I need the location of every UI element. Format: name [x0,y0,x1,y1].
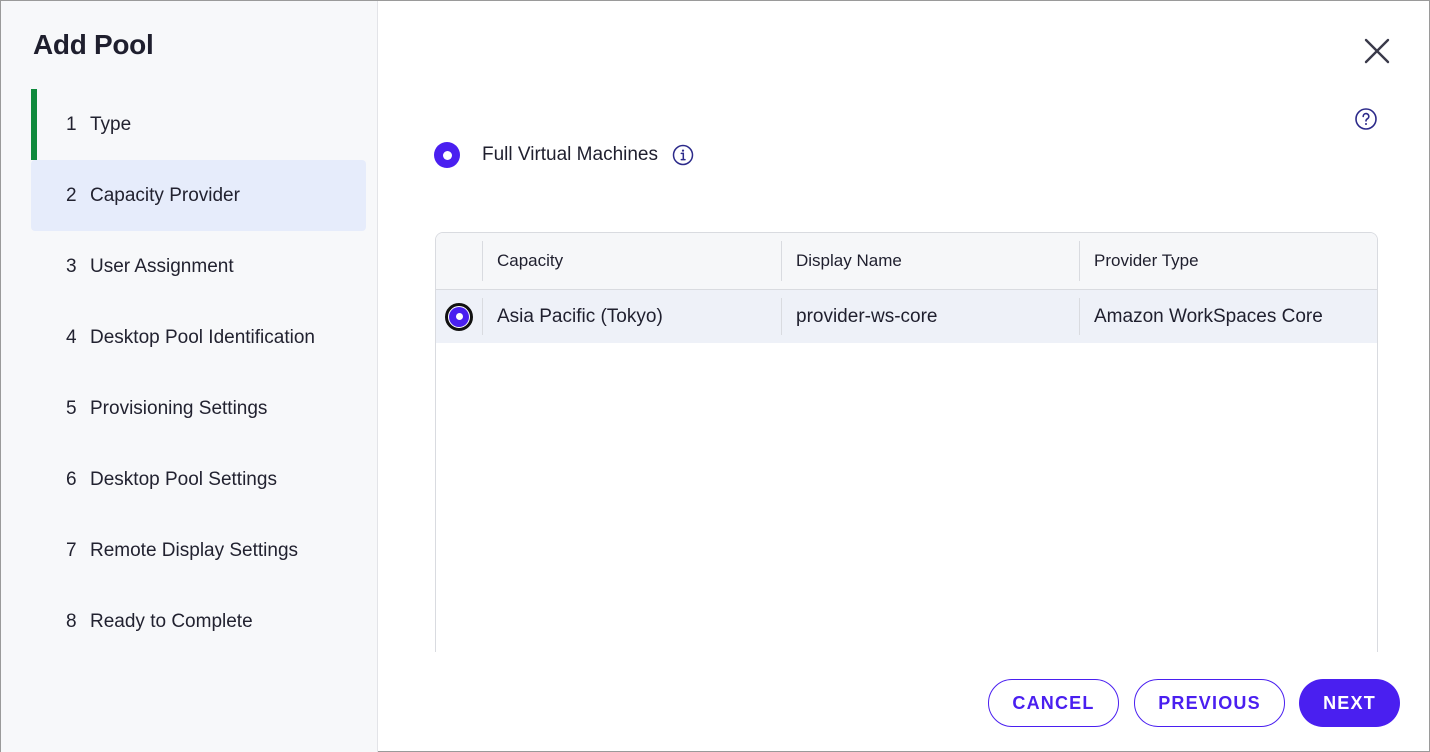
step-label: User Assignment [90,255,234,277]
step-number: 2 [66,184,77,206]
cancel-button[interactable]: CANCEL [988,679,1119,727]
close-icon[interactable] [1361,35,1393,67]
row-select-cell [436,290,482,343]
radio-fill [449,306,469,327]
table-header: Capacity Display Name Provider Type [436,233,1377,290]
step-label: Capacity Provider [90,184,240,206]
dialog-title: Add Pool [33,29,154,60]
display-name-column-header[interactable]: Display Name [781,233,1079,289]
full-vm-option: Full Virtual Machines [434,139,694,171]
step-desktop-pool-identification[interactable]: 4 Desktop Pool Identification [31,302,366,373]
add-pool-dialog: Add Pool 1 Type 2 Capacity Provider 3 Us… [0,0,1430,752]
step-label: Remote Display Settings [90,539,299,561]
step-number: 7 [66,539,77,561]
radio-dot [442,150,452,160]
step-remote-display-settings[interactable]: 7 Remote Display Settings [31,515,366,586]
info-icon[interactable] [672,144,694,166]
wizard-content: Full Virtual Machines Capacity Display N… [379,1,1430,752]
step-label: Provisioning Settings [90,397,268,419]
row-radio[interactable] [445,302,473,331]
capacity-cell: Asia Pacific (Tokyo) [482,290,781,343]
step-label: Desktop Pool Settings [90,468,277,490]
step-number: 5 [66,397,77,419]
step-label: Ready to Complete [90,610,253,632]
step-number: 8 [66,610,77,632]
help-circle-icon[interactable] [1354,107,1378,131]
step-number: 4 [66,326,77,348]
full-vm-label[interactable]: Full Virtual Machines [482,144,658,166]
step-ready-to-complete[interactable]: 8 Ready to Complete [31,586,366,657]
wizard-steps: 1 Type 2 Capacity Provider 3 User Assign… [31,89,366,657]
step-desktop-pool-settings[interactable]: 6 Desktop Pool Settings [31,444,366,515]
provider-type-column-header[interactable]: Provider Type [1079,233,1377,289]
step-user-assignment[interactable]: 3 User Assignment [31,231,366,302]
step-capacity-provider[interactable]: 2 Capacity Provider [31,160,366,231]
step-provisioning-settings[interactable]: 5 Provisioning Settings [31,373,366,444]
select-column-header [436,233,482,289]
step-label: Type [90,113,132,135]
step-label: Desktop Pool Identification [90,326,315,348]
wizard-sidebar: Add Pool 1 Type 2 Capacity Provider 3 Us… [1,1,378,752]
previous-button[interactable]: PREVIOUS [1134,679,1285,727]
full-vm-radio[interactable] [434,142,460,168]
provider-type-cell: Amazon WorkSpaces Core [1079,290,1377,343]
display-name-cell: provider-ws-core [781,290,1079,343]
next-button[interactable]: NEXT [1299,679,1400,727]
capacity-column-header[interactable]: Capacity [482,233,781,289]
step-type[interactable]: 1 Type [31,89,366,160]
step-number: 1 [66,113,77,135]
radio-dot [455,313,463,320]
step-number: 3 [66,255,77,277]
step-number: 6 [66,468,77,490]
capacity-provider-table: Capacity Display Name Provider Type Asia… [435,232,1378,652]
table-row[interactable]: Asia Pacific (Tokyo) provider-ws-core Am… [436,290,1377,343]
